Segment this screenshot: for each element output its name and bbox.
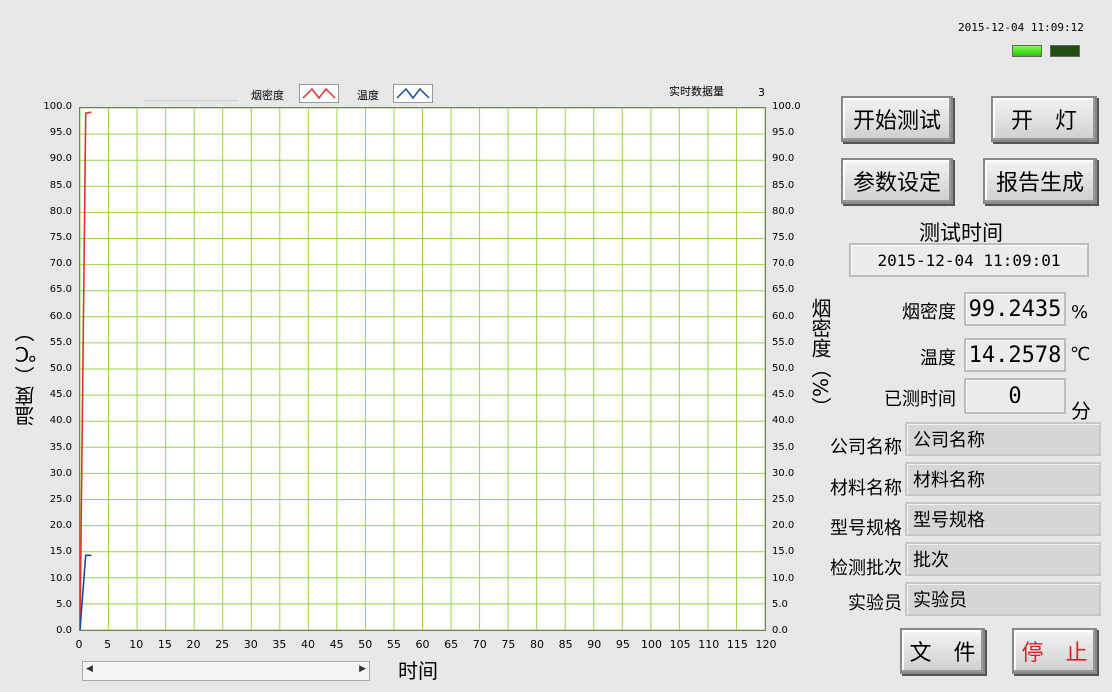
y-right-tick-label: 75.0 <box>772 232 795 243</box>
y-left-tick-label: 60.0 <box>49 310 72 322</box>
light-button[interactable]: 开 灯 <box>991 96 1097 142</box>
horizontal-scrollbar[interactable]: ◀ ▶ <box>82 661 370 681</box>
legend-temp-icon <box>396 87 430 100</box>
y-right-tick-label: 70.0 <box>772 258 795 270</box>
y-right-tick-label: 100.0 <box>772 101 801 112</box>
realtime-count-label: 实时数据量 <box>669 85 724 98</box>
y-left-tick-label: 75.0 <box>49 232 72 243</box>
smoke-density-label: 烟密度 <box>902 302 956 323</box>
y-axis-left-title: 温度（℃） <box>14 322 38 426</box>
y-left-tick-label: 95.0 <box>49 127 72 139</box>
elapsed-time-label: 已测时间 <box>884 389 956 410</box>
legend-smoke-icon <box>302 87 336 100</box>
y-right-tick-label: 25.0 <box>772 494 795 505</box>
material-name-field[interactable]: 材料名称 <box>905 462 1101 496</box>
scroll-left-icon[interactable]: ◀ <box>86 664 93 674</box>
company-name-label: 公司名称 <box>830 437 902 458</box>
y-left-tick-label: 0.0 <box>56 625 72 636</box>
y-right-tick-label: 65.0 <box>772 284 795 296</box>
temperature-value: 14.2578 <box>964 338 1066 372</box>
y-right-tick-label: 50.0 <box>772 363 795 374</box>
temperature-label: 温度 <box>920 348 956 369</box>
y-right-tick-label: 80.0 <box>772 205 795 217</box>
y-right-tick-label: 40.0 <box>772 415 795 427</box>
y-right-tick-label: 35.0 <box>772 441 795 453</box>
y-left-tick-label: 90.0 <box>49 153 72 165</box>
y-right-tick-label: 0.0 <box>772 625 788 636</box>
y-right-tick-label: 85.0 <box>772 179 795 191</box>
chart-svg <box>79 107 766 631</box>
series-line-temperature <box>79 554 92 631</box>
y-right-tick-label: 55.0 <box>772 336 795 348</box>
legend-smoke-label: 烟密度 <box>251 89 284 102</box>
legend-temp-label: 温度 <box>357 89 379 102</box>
series-line-smoke-density <box>79 111 92 631</box>
y-left-tick-label: 65.0 <box>49 284 72 296</box>
status-led-on <box>1012 45 1042 57</box>
y-left-tick-label: 35.0 <box>49 441 72 453</box>
y-right-tick-label: 10.0 <box>772 572 795 584</box>
param-settings-button[interactable]: 参数设定 <box>841 158 953 204</box>
y-right-tick-label: 95.0 <box>772 127 795 139</box>
smoke-density-unit: % <box>1071 302 1089 323</box>
start-test-button[interactable]: 开始测试 <box>841 96 953 142</box>
y-left-tick-label: 10.0 <box>49 572 72 584</box>
y-left-tick-label: 5.0 <box>56 598 72 610</box>
batch-field[interactable]: 批次 <box>905 542 1101 576</box>
y-right-tick-label: 60.0 <box>772 310 795 322</box>
y-axis-right-title: 烟密度（%） <box>808 298 832 418</box>
realtime-count-value: 3 <box>758 86 765 99</box>
elapsed-time-value: 0 <box>964 378 1066 414</box>
y-left-tick-label: 25.0 <box>49 494 72 505</box>
y-left-tick-label: 80.0 <box>49 205 72 217</box>
y-left-tick-label: 30.0 <box>49 467 72 479</box>
y-right-tick-label: 20.0 <box>772 520 795 532</box>
y-left-tick-label: 85.0 <box>49 179 72 191</box>
tester-label: 实验员 <box>848 593 902 614</box>
legend-temp-swatch <box>393 84 433 103</box>
y-right-tick-label: 90.0 <box>772 153 795 165</box>
plot-name-line <box>143 100 238 101</box>
elapsed-time-unit: 分 <box>1071 399 1091 423</box>
x-tick-label: 120 <box>755 638 777 651</box>
model-spec-label: 型号规格 <box>830 518 902 539</box>
tester-field[interactable]: 实验员 <box>905 582 1101 616</box>
stop-button[interactable]: 停 止 <box>1012 628 1097 674</box>
material-name-label: 材料名称 <box>830 478 902 499</box>
y-right-tick-label: 5.0 <box>772 598 788 610</box>
batch-label: 检测批次 <box>830 558 902 579</box>
y-left-tick-label: 100.0 <box>43 101 72 112</box>
status-led-off <box>1050 45 1080 57</box>
y-right-tick-label: 45.0 <box>772 389 795 401</box>
y-right-tick-label: 15.0 <box>772 546 795 558</box>
legend-smoke-swatch <box>299 84 339 103</box>
scroll-right-icon[interactable]: ▶ <box>359 664 366 674</box>
test-time-display: 2015-12-04 11:09:01 <box>849 243 1089 277</box>
x-axis-title: 时间 <box>398 659 438 683</box>
chart-plot-area[interactable] <box>79 107 766 631</box>
file-button[interactable]: 文 件 <box>900 628 985 674</box>
company-name-field[interactable]: 公司名称 <box>905 422 1101 456</box>
y-right-tick-label: 30.0 <box>772 467 795 479</box>
report-generate-button[interactable]: 报告生成 <box>983 158 1097 204</box>
y-left-tick-label: 15.0 <box>49 546 72 558</box>
smoke-density-value: 99.2435 <box>964 292 1066 326</box>
datetime-display: 2015-12-04 11:09:12 <box>958 21 1084 34</box>
model-spec-field[interactable]: 型号规格 <box>905 502 1101 536</box>
y-left-tick-label: 20.0 <box>49 520 72 532</box>
y-left-tick-label: 70.0 <box>49 258 72 270</box>
temperature-unit: ℃ <box>1070 344 1091 365</box>
